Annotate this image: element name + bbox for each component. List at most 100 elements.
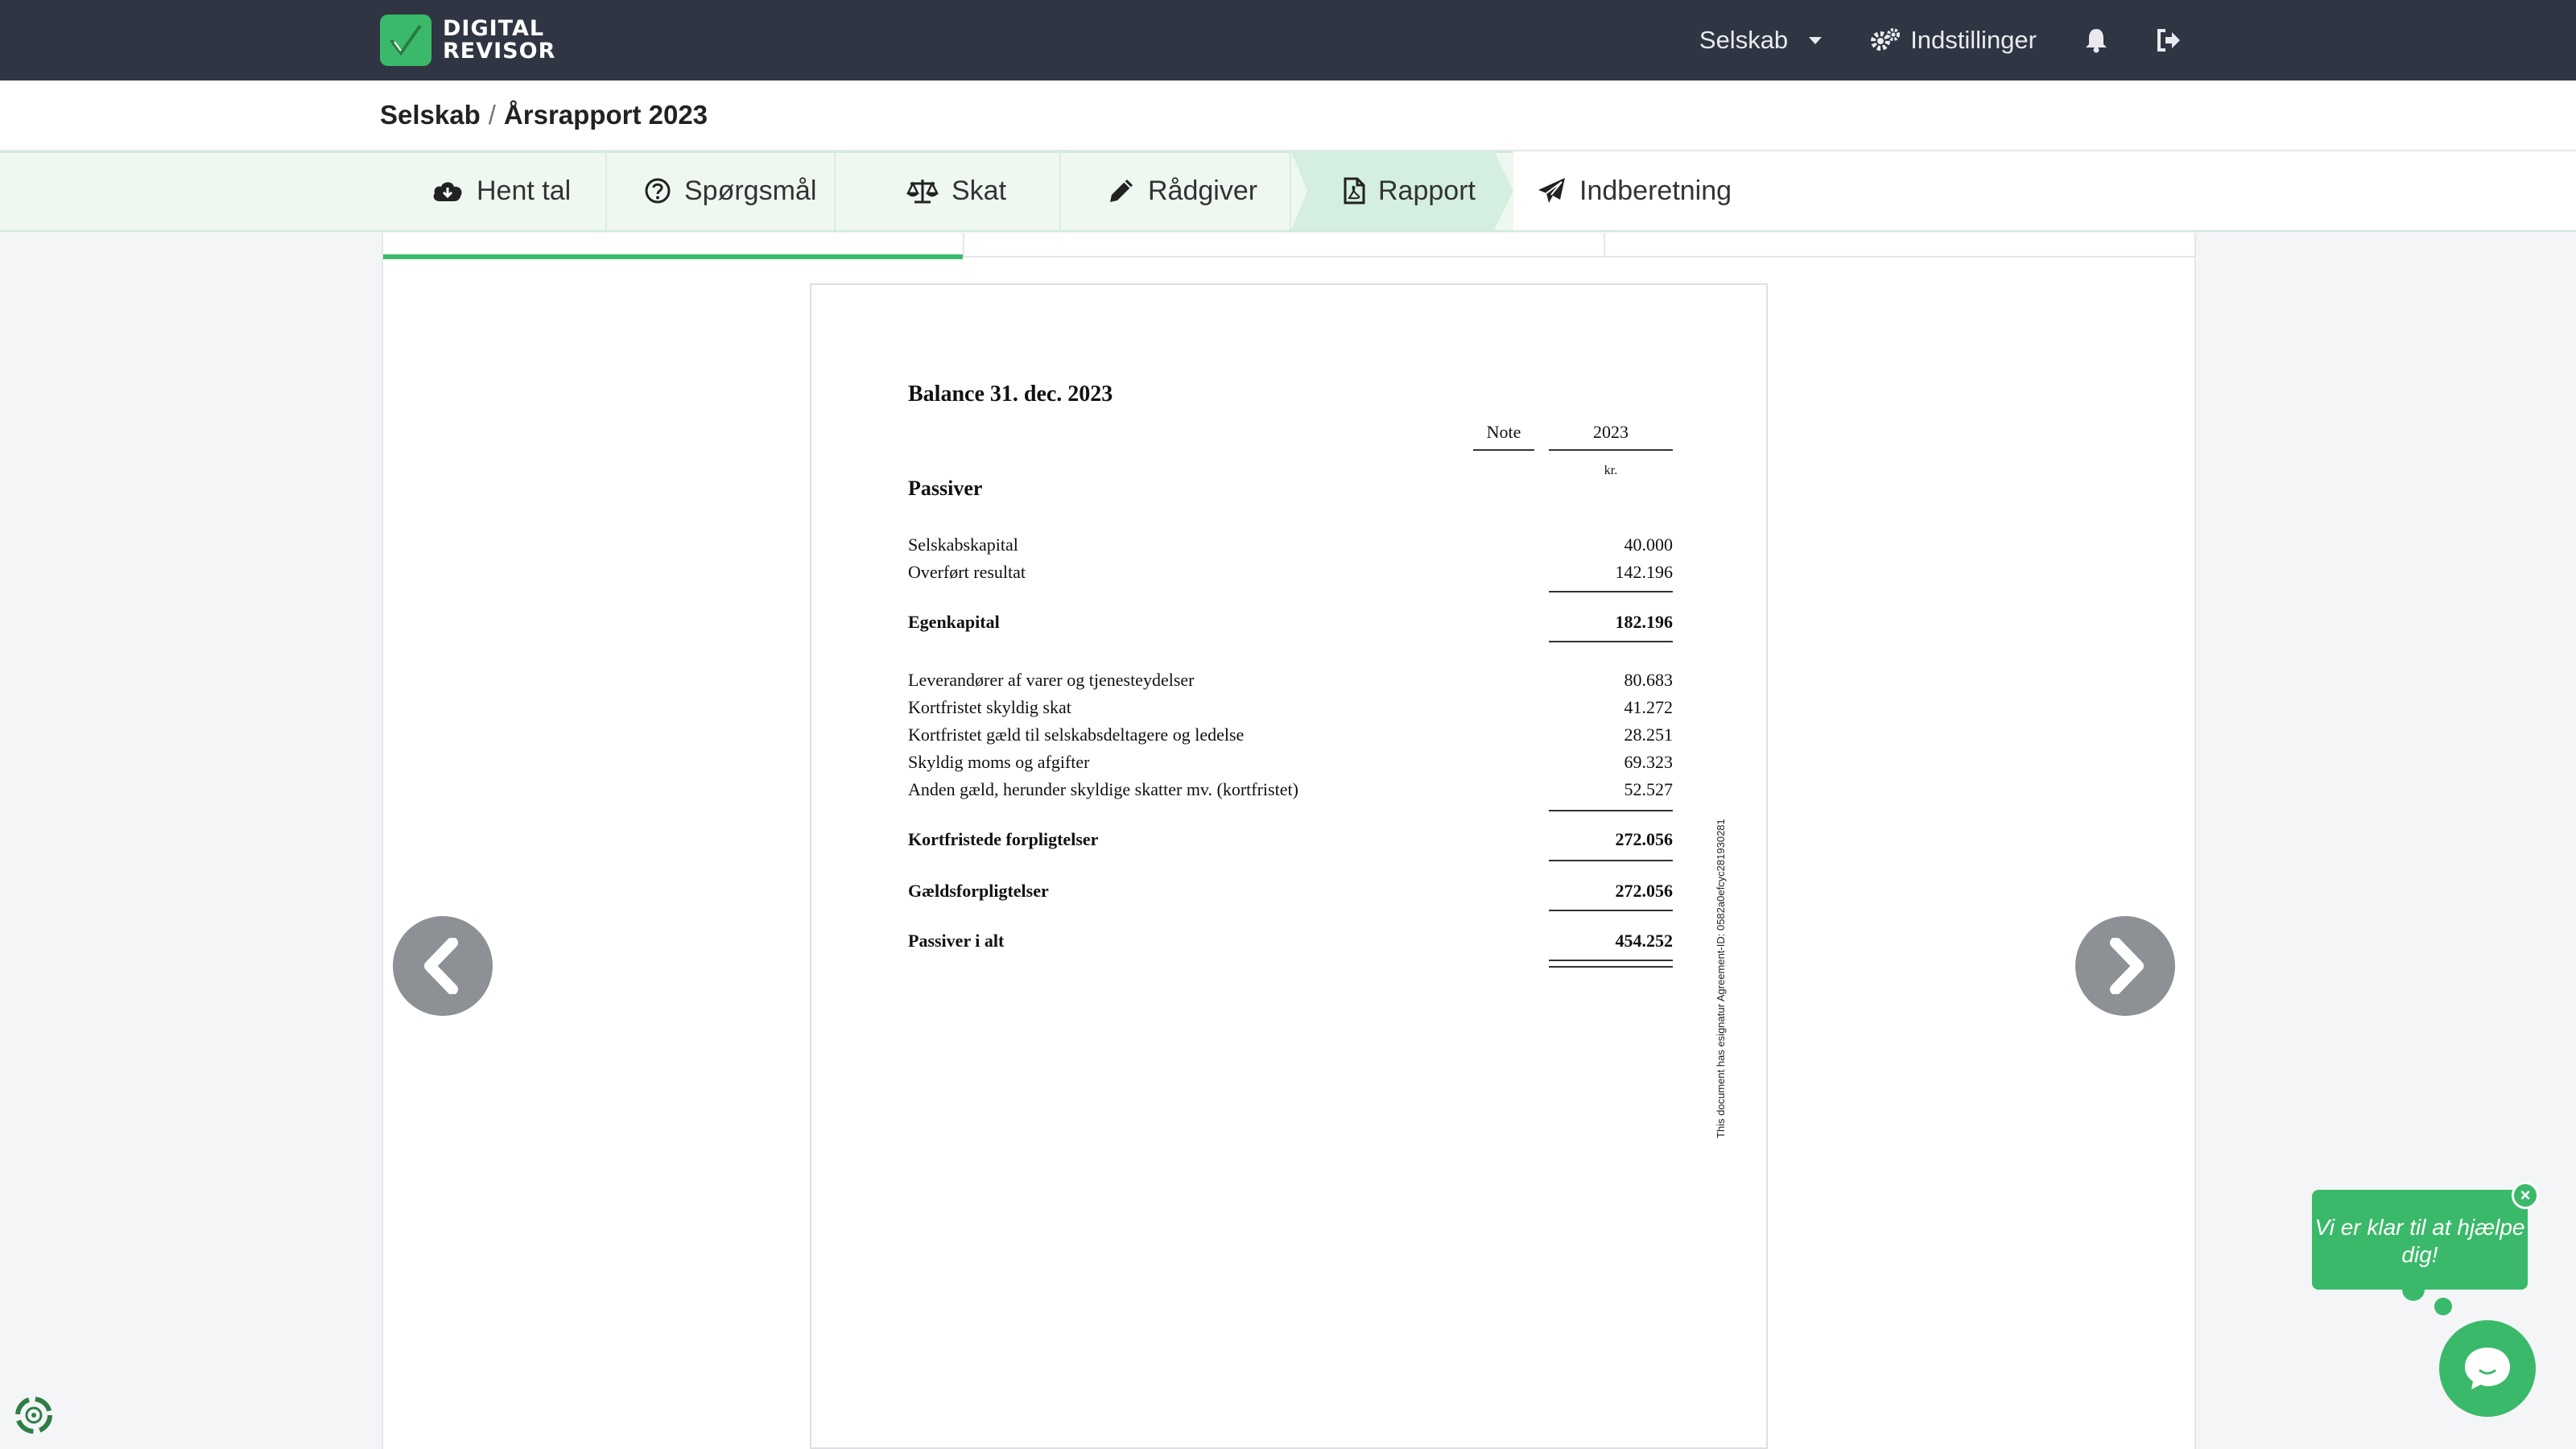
breadcrumb-current: Årsrapport 2023 xyxy=(503,100,708,130)
chat-close-button[interactable]: × xyxy=(2512,1182,2539,1209)
file-pdf-icon xyxy=(1344,177,1365,204)
chat-icon xyxy=(2465,1348,2510,1389)
subtotal-rule xyxy=(1549,910,1673,911)
unit-label: kr. xyxy=(1604,464,1618,477)
chat-greeting-text: Vi er klar til at hjælpe dig! xyxy=(2314,1215,2525,1267)
chevron-right-icon xyxy=(2110,938,2144,994)
row-value: 454.252 xyxy=(1615,931,1674,951)
row-label: Skyldig moms og afgifter xyxy=(908,752,1090,772)
logout-button[interactable] xyxy=(2156,28,2182,52)
step-label: Rådgiver xyxy=(1148,175,1258,206)
chat-launcher-button[interactable] xyxy=(2439,1320,2536,1417)
previous-page-button[interactable] xyxy=(393,916,493,1016)
settings-link[interactable]: Indstillinger xyxy=(1870,26,2037,55)
step-label: Skat xyxy=(952,175,1007,206)
row-value: 69.323 xyxy=(1624,752,1674,772)
notifications-button[interactable] xyxy=(2085,27,2107,53)
row-value: 41.272 xyxy=(1624,697,1674,717)
close-icon: × xyxy=(2520,1185,2531,1205)
subtab-bar xyxy=(383,233,2194,259)
breadcrumb: Selskab / Årsrapport 2023 xyxy=(380,100,708,130)
row-label: Kortfristet gæld til selskabsdeltagere o… xyxy=(908,724,1245,745)
top-navbar: DIGITAL REVISOR Selskab Indstillinger xyxy=(0,0,2576,80)
row-label: Selskabskapital xyxy=(908,535,1018,555)
subtotal-rule xyxy=(1549,641,1673,642)
table-row: Passiver i alt 454.252 xyxy=(908,931,1673,958)
gears-icon xyxy=(1871,28,1901,51)
step-rapport[interactable]: Rapport xyxy=(1343,151,1476,230)
accessibility-widget-icon[interactable] xyxy=(11,1393,56,1438)
table-row: Selskabskapital 40.000 xyxy=(908,535,1673,562)
row-label: Egenkapital xyxy=(908,612,1000,632)
row-label: Passiver i alt xyxy=(908,931,1005,951)
question-circle-icon xyxy=(645,178,671,204)
step-indberetning[interactable]: Indberetning xyxy=(1538,151,1732,230)
table-row: Kortfristet skyldig skat 41.272 xyxy=(908,697,1673,724)
subtotal-rule xyxy=(1549,810,1673,811)
row-label: Overført resultat xyxy=(908,562,1026,582)
pencil-icon xyxy=(1110,180,1133,202)
caret-down-icon xyxy=(1809,36,1823,44)
paper-plane-icon xyxy=(1538,178,1565,203)
chat-bubble-dot xyxy=(2434,1298,2452,1315)
company-dropdown[interactable]: Selskab xyxy=(1699,26,1823,55)
table-row: Kortfristede forpligtelser 272.056 xyxy=(908,829,1673,857)
wizard-steps: Hent tal Spørgsmål Skat Rådgiver Rapport xyxy=(0,151,2576,232)
column-header-note: Note xyxy=(1473,422,1534,451)
logo-line1: DIGITAL xyxy=(443,16,545,41)
row-value: 52.527 xyxy=(1624,779,1674,799)
step-label: Hent tal xyxy=(477,175,572,206)
subtotal-rule xyxy=(1549,591,1673,592)
table-row: Gældsforpligtelser 272.056 xyxy=(908,881,1673,908)
total-double-rule-bottom xyxy=(1549,966,1673,968)
row-label: Kortfristet skyldig skat xyxy=(908,697,1071,717)
step-label: Indberetning xyxy=(1579,175,1732,206)
step-skat[interactable]: Skat xyxy=(906,151,1006,230)
document-title: Balance 31. dec. 2023 xyxy=(908,382,1113,407)
settings-label: Indstillinger xyxy=(1910,26,2037,54)
table-row: Egenkapital 182.196 xyxy=(908,612,1673,639)
subtotal-rule xyxy=(1549,860,1673,861)
chevron-left-icon xyxy=(424,938,458,994)
active-subtab-indicator xyxy=(383,254,963,259)
bell-icon xyxy=(2086,29,2107,53)
breadcrumb-separator: / xyxy=(488,100,496,130)
row-value: 142.196 xyxy=(1615,562,1674,582)
column-header-year: 2023 xyxy=(1549,422,1673,451)
row-label: Gældsforpligtelser xyxy=(908,881,1049,901)
chat-bubble-tail xyxy=(2402,1285,2425,1301)
cloud-download-icon xyxy=(433,182,462,201)
row-value: 80.683 xyxy=(1624,670,1674,690)
table-row: Skyldig moms og afgifter 69.323 xyxy=(908,752,1673,779)
row-label: Kortfristede forpligtelser xyxy=(908,829,1099,849)
row-value: 28.251 xyxy=(1624,724,1674,745)
step-label: Spørgsmål xyxy=(684,175,817,206)
row-label: Anden gæld, herunder skyldige skatter mv… xyxy=(908,779,1298,799)
next-page-button[interactable] xyxy=(2075,916,2175,1016)
table-row: Overført resultat 142.196 xyxy=(908,562,1673,589)
breadcrumb-bar: Selskab / Årsrapport 2023 xyxy=(0,80,2576,151)
table-row: Leverandører af varer og tjenesteydelser… xyxy=(908,670,1673,697)
step-hent-tal[interactable]: Hent tal xyxy=(431,151,571,230)
row-value: 272.056 xyxy=(1615,881,1674,901)
step-raadgiver[interactable]: Rådgiver xyxy=(1108,151,1257,230)
row-value: 182.196 xyxy=(1615,612,1674,632)
logo-line2: REVISOR xyxy=(443,39,556,64)
report-page-preview: Balance 31. dec. 2023 Note 2023 kr. Pass… xyxy=(810,283,1768,1449)
step-spoergsmaal[interactable]: Spørgsmål xyxy=(644,151,816,230)
logo-check-icon xyxy=(380,14,431,66)
section-heading: Passiver xyxy=(908,477,983,500)
company-dropdown-label: Selskab xyxy=(1699,26,1789,54)
row-value: 40.000 xyxy=(1624,535,1674,555)
app-logo[interactable]: DIGITAL REVISOR xyxy=(380,14,555,66)
step-label: Rapport xyxy=(1378,175,1476,206)
logout-icon xyxy=(2157,29,2180,52)
row-label: Leverandører af varer og tjenesteydelser xyxy=(908,670,1195,690)
breadcrumb-root[interactable]: Selskab xyxy=(380,100,481,130)
table-row: Anden gæld, herunder skyldige skatter mv… xyxy=(908,779,1673,807)
esignature-note: This document has esignatur Agreement-ID… xyxy=(1715,819,1727,1138)
total-double-rule-top xyxy=(1549,960,1673,961)
scale-icon xyxy=(906,180,939,204)
table-row: Kortfristet gæld til selskabsdeltagere o… xyxy=(908,724,1673,752)
chat-greeting-bubble[interactable]: Vi er klar til at hjælpe dig! xyxy=(2312,1190,2528,1290)
